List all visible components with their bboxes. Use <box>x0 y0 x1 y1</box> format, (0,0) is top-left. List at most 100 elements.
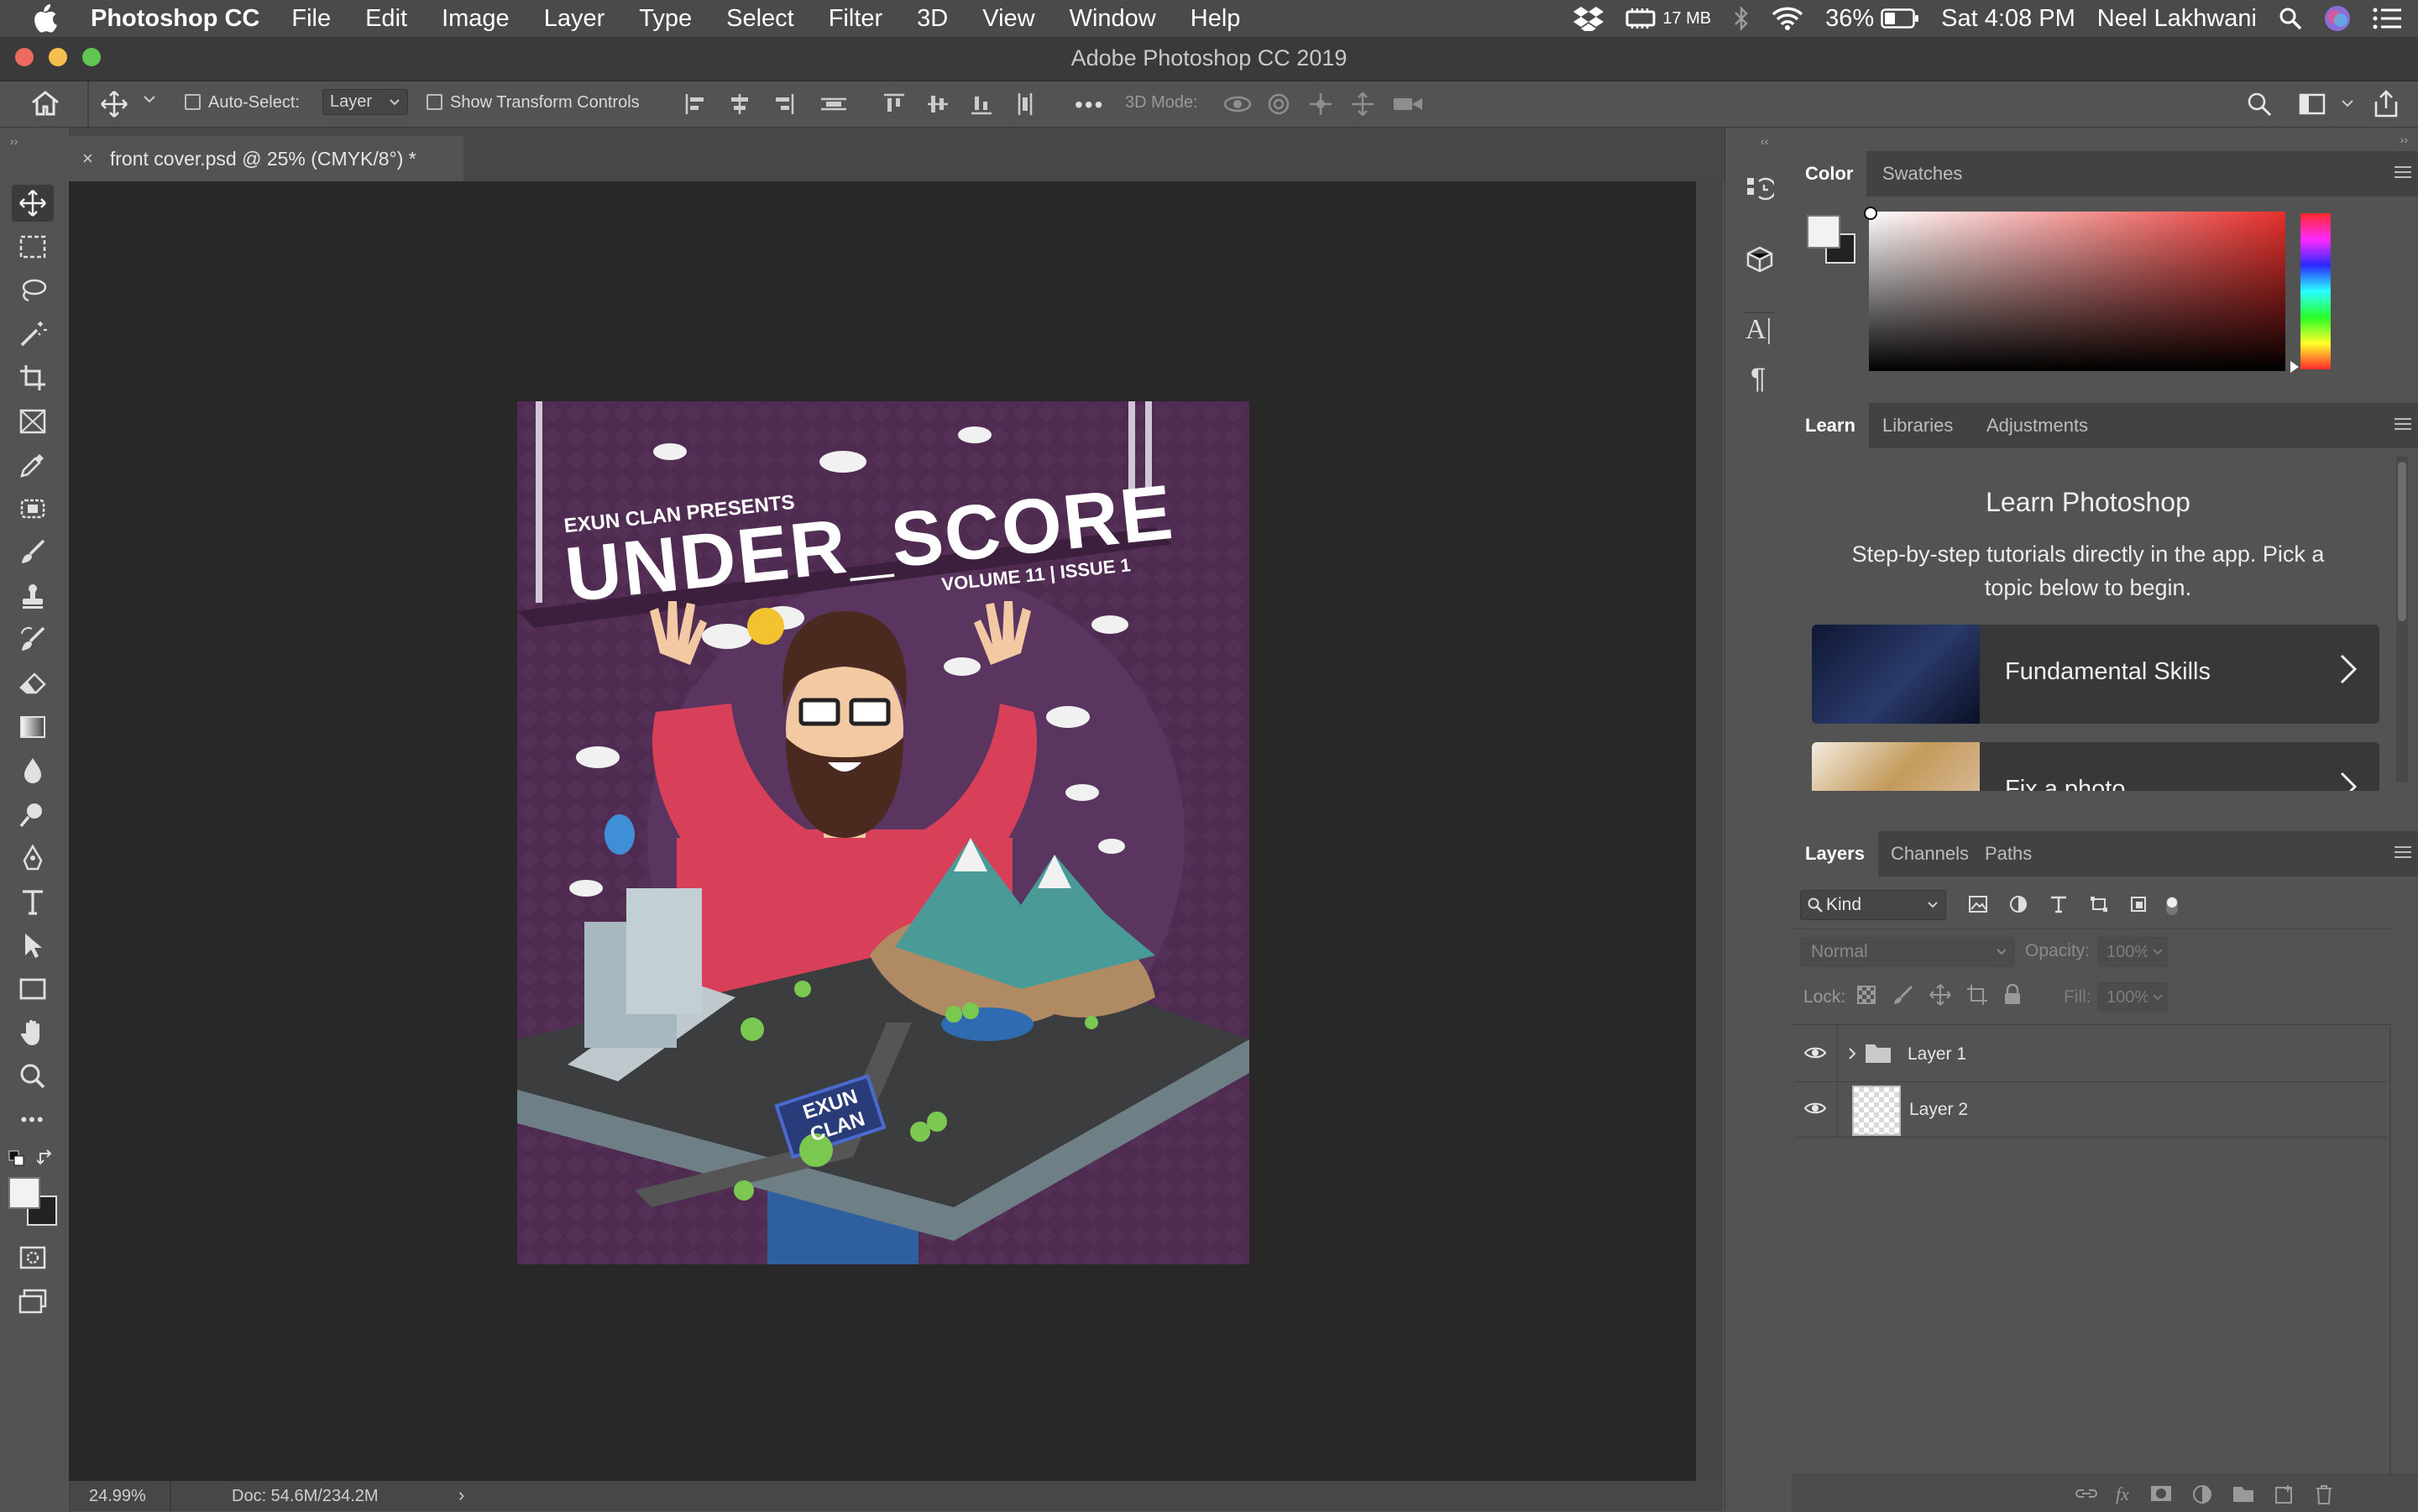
link-layers-icon[interactable] <box>2074 1483 2099 1504</box>
auto-select-dropdown[interactable]: Layer <box>322 89 408 115</box>
3d-panel-icon[interactable] <box>1745 245 1774 274</box>
panel-menu-icon[interactable] <box>2394 163 2411 181</box>
bluetooth-icon[interactable] <box>1733 6 1750 31</box>
learn-card[interactable]: Fix a photo <box>1812 742 2379 791</box>
document-tab[interactable]: × front cover.psd @ 25% (CMYK/8°) * <box>69 136 463 181</box>
character-panel-icon[interactable]: A| <box>1745 314 1772 346</box>
learn-scrollbar[interactable] <box>2396 457 2408 782</box>
layer-filter-dropdown[interactable]: Kind <box>1800 890 1946 920</box>
collapse-toolbar-icon[interactable]: ›› <box>10 134 18 148</box>
menu-view[interactable]: View <box>982 5 1034 33</box>
show-transform-checkbox[interactable] <box>427 93 449 112</box>
3d-pan-icon[interactable] <box>1308 92 1333 117</box>
battery-icon[interactable] <box>1881 8 1919 29</box>
document-artwork[interactable]: EXUN CLAN PRESENTS UNDER_SCORE VOLUME 11… <box>517 401 1249 1264</box>
new-adjustment-layer-icon[interactable] <box>2191 1483 2213 1505</box>
new-layer-icon[interactable] <box>2274 1483 2295 1505</box>
align-bottom-icon[interactable] <box>969 92 994 117</box>
blur-tool-icon[interactable] <box>12 752 54 789</box>
zoom-tool-icon[interactable] <box>12 1058 54 1095</box>
lock-position-icon[interactable] <box>1929 984 1951 1006</box>
home-icon[interactable] <box>30 90 60 117</box>
eraser-tool-icon[interactable] <box>12 665 54 702</box>
3d-roll-icon[interactable] <box>1266 92 1291 117</box>
hue-slider-handle[interactable] <box>2290 361 2299 373</box>
hand-tool-icon[interactable] <box>12 1014 54 1051</box>
chevron-down-icon[interactable] <box>2148 938 2168 966</box>
layer-style-fx-icon[interactable]: fx <box>2116 1483 2129 1505</box>
chevron-down-icon[interactable] <box>2148 983 2168 1012</box>
menu-type[interactable]: Type <box>639 5 692 33</box>
collapse-dock-icon[interactable]: ‹‹ <box>1761 134 1768 148</box>
expand-group-chevron-icon[interactable] <box>1847 1046 1857 1061</box>
filter-type-layers-icon[interactable] <box>2049 895 2069 913</box>
align-vertical-center-icon[interactable] <box>925 92 950 117</box>
more-options-icon[interactable]: ••• <box>1075 92 1104 118</box>
close-tab-icon[interactable]: × <box>82 148 93 170</box>
tab-color[interactable]: Color <box>1792 151 1867 196</box>
opacity-field[interactable]: 100% <box>2097 937 2168 967</box>
menu-filter[interactable]: Filter <box>829 5 882 33</box>
close-window-button[interactable] <box>15 48 34 66</box>
blend-mode-dropdown[interactable]: Normal <box>1800 937 2015 967</box>
hue-slider[interactable] <box>2290 213 2331 373</box>
chevron-down-icon[interactable] <box>143 94 156 104</box>
menu-image[interactable]: Image <box>442 5 510 33</box>
eye-visibility-icon[interactable] <box>1803 1100 1827 1117</box>
chevron-down-icon[interactable] <box>2341 98 2354 108</box>
menu-window[interactable]: Window <box>1070 5 1156 33</box>
spotlight-search-icon[interactable] <box>2279 7 2302 30</box>
frame-tool-icon[interactable] <box>12 403 54 440</box>
dodge-tool-icon[interactable] <box>12 796 54 833</box>
filter-toggle-icon[interactable] <box>2164 895 2180 917</box>
foreground-color-swatch[interactable] <box>8 1177 40 1209</box>
menu-help[interactable]: Help <box>1191 5 1241 33</box>
type-tool-icon[interactable] <box>12 883 54 920</box>
align-right-icon[interactable] <box>771 92 796 117</box>
status-menu-chevron-icon[interactable]: › <box>458 1484 464 1506</box>
filter-smart-objects-icon[interactable] <box>2129 895 2149 913</box>
learn-scrollbar-thumb[interactable] <box>2398 462 2406 621</box>
search-icon[interactable] <box>2247 92 2272 117</box>
memory-status[interactable]: 17 MB <box>1625 7 1711 30</box>
panel-menu-icon[interactable] <box>2394 843 2411 861</box>
spot-healing-brush-icon[interactable] <box>12 490 54 527</box>
zoom-level[interactable]: 24.99% <box>89 1487 146 1506</box>
new-group-icon[interactable] <box>2232 1483 2255 1504</box>
3d-slide-icon[interactable] <box>1350 92 1375 117</box>
clock[interactable]: Sat 4:08 PM <box>1941 5 2075 33</box>
distribute-icon[interactable] <box>819 92 848 117</box>
auto-select-checkbox[interactable] <box>185 93 207 112</box>
tab-paths[interactable]: Paths <box>1971 831 2045 876</box>
tab-swatches[interactable]: Swatches <box>1869 151 1976 196</box>
workspace-switcher-icon[interactable] <box>2299 93 2326 115</box>
layer-name[interactable]: Layer 2 <box>1909 1100 1968 1120</box>
add-layer-mask-icon[interactable] <box>2149 1483 2173 1504</box>
collapse-panels-icon[interactable]: ›› <box>2400 133 2408 146</box>
clone-stamp-icon[interactable] <box>12 578 54 615</box>
layers-scroll-track[interactable] <box>2389 1026 2391 1483</box>
user-name[interactable]: Neel Lakhwani <box>2097 5 2257 33</box>
battery-percent[interactable]: 36% <box>1825 5 1874 33</box>
dropbox-icon[interactable] <box>1573 6 1604 31</box>
history-panel-icon[interactable] <box>1745 175 1774 203</box>
canvas-vertical-scrollbar[interactable] <box>1696 181 1723 1481</box>
rectangle-tool-icon[interactable] <box>12 971 54 1007</box>
align-top-icon[interactable] <box>882 92 907 117</box>
tab-libraries[interactable]: Libraries <box>1869 403 1966 448</box>
layer-row-layer-1[interactable]: Layer 1 <box>1795 1026 2388 1082</box>
path-selection-icon[interactable] <box>12 927 54 964</box>
lock-all-icon[interactable] <box>2003 984 2022 1006</box>
minimize-window-button[interactable] <box>49 48 67 66</box>
foreground-color-swatch[interactable] <box>1807 215 1840 249</box>
default-colors-icon[interactable] <box>8 1150 25 1167</box>
siri-icon[interactable] <box>2324 5 2351 32</box>
3d-video-camera-icon[interactable] <box>1392 92 1426 117</box>
eyedropper-icon[interactable] <box>12 447 54 484</box>
menu-app-name[interactable]: Photoshop CC <box>91 5 259 33</box>
distribute-vertical-icon[interactable] <box>1013 92 1038 117</box>
menu-3d[interactable]: 3D <box>917 5 948 33</box>
paragraph-panel-icon[interactable]: ¶ <box>1751 363 1766 395</box>
notification-center-icon[interactable] <box>2373 8 2401 29</box>
filter-shape-layers-icon[interactable] <box>2089 895 2109 913</box>
